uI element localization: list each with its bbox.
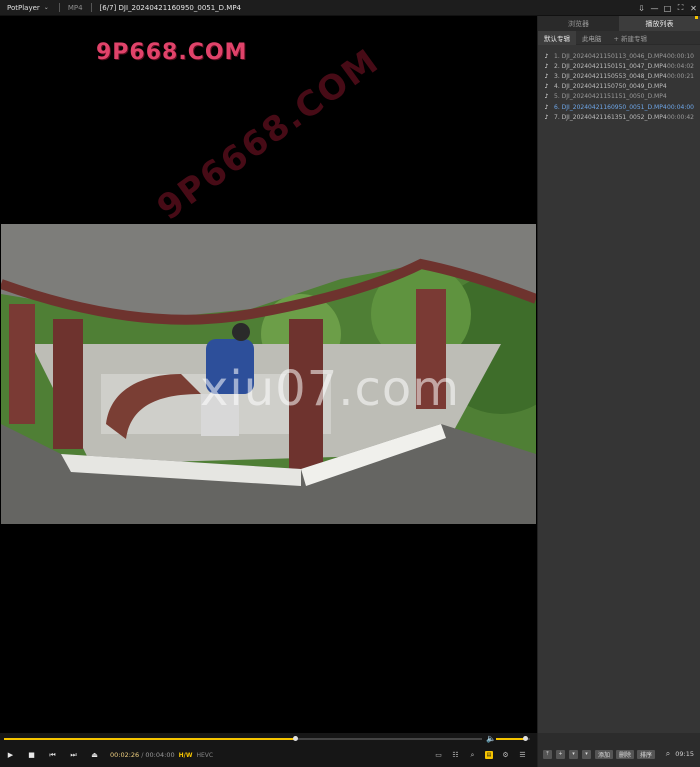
playlist-panel: 浏览器 播放列表 默认专辑 此电脑 + 新建专辑 ♪ 1. DJI_2024042… [537, 16, 700, 767]
3d-icon[interactable]: ☷ [447, 748, 464, 762]
playlist-item[interactable]: ♪ 3. DJI_20240421150553_0048_D.MP4 00:00:2… [538, 71, 700, 81]
watermark-top: 9P668.COM [96, 40, 248, 65]
previous-icon[interactable]: ⏮ [42, 748, 63, 762]
minimize-icon[interactable]: — [648, 0, 661, 16]
playlist-item[interactable]: ♪ 7. DJI_20240421161351_0052_D.MP4 00:00:4… [538, 112, 700, 122]
seek-bar-handle[interactable] [292, 736, 298, 741]
tiktok-icon: ♪ [544, 93, 549, 101]
seek-bar[interactable] [4, 736, 482, 741]
playlist-item-duration: 00:04:00 [667, 103, 694, 111]
panel-tabs: 浏览器 播放列表 [538, 16, 700, 31]
chevron-down-icon: ⌄ [43, 4, 49, 11]
fullscreen-icon[interactable]: ⛶ [674, 0, 687, 16]
tab-playlist[interactable]: 播放列表 [619, 16, 700, 31]
add-button[interactable]: 添加 [595, 749, 614, 759]
tiktok-icon: ♪ [544, 52, 549, 60]
tab-browser[interactable]: 浏览器 [538, 16, 619, 31]
playlist-item-name: 4. DJI_20240421150750_0049_D.MP4 [554, 83, 667, 91]
volume-icon[interactable]: 🔈 [486, 734, 496, 743]
format-label: MP4 [67, 3, 83, 12]
pin-icon[interactable]: ⇩ [635, 0, 648, 16]
volume-fill [496, 738, 525, 740]
playlist-item[interactable]: ♪ 2. DJI_20240421150151_0047_D.MP4 00:04:0… [538, 61, 700, 71]
play-icon[interactable]: ▶ [0, 748, 21, 762]
playlist-item[interactable]: ♪ 4. DJI_20240421150750_0049_D.MP4 [538, 82, 700, 92]
tiktok-icon: ♪ [544, 103, 549, 111]
playlist-toggle-icon[interactable]: ☰ [514, 748, 531, 762]
restore-icon[interactable]: □ [661, 0, 674, 16]
app-menu-button[interactable]: PotPlayer ⌄ [0, 0, 55, 16]
next-icon[interactable]: ⏭ [63, 748, 84, 762]
search-icon[interactable]: ⌕ [666, 749, 670, 759]
seek-bar-fill [4, 738, 295, 740]
window-controls: ⇩ — □ ⛶ ✕ [635, 0, 700, 16]
panel-footer: ⤒ + ▾ ▾ 添加 删除 排序 ⌕ 09:15 [538, 733, 700, 767]
tab-this-pc[interactable]: 此电脑 [576, 31, 608, 45]
footer-buttons: ⤒ + ▾ ▾ 添加 删除 排序 [543, 749, 658, 759]
playlist-item-duration: 00:04:02 [667, 62, 694, 70]
clock: 09:15 [675, 750, 694, 758]
playlist-item-name: 5. DJI_20240421151151_0050_D.MP4 [554, 93, 667, 101]
tiktok-icon: ♪ [544, 72, 549, 80]
tab-default-album[interactable]: 默认专辑 [538, 30, 576, 45]
tiktok-icon: ♪ [544, 83, 549, 91]
playlist-item-name: 7. DJI_20240421161351_0052_D.MP4 [554, 113, 667, 121]
album-tabs: 默认专辑 此电脑 + 新建专辑 [538, 30, 700, 45]
footer-time: ⌕ 09:15 [666, 749, 694, 759]
chapter-search-icon[interactable]: ⌕ [464, 748, 481, 762]
video-area[interactable]: 9P668.COM 9P6668.COM xiu07.com [0, 16, 537, 733]
watermark-center: xiu07.com [200, 361, 461, 417]
eject-icon[interactable]: ⏏ [84, 748, 105, 762]
sort-button[interactable]: 排序 [637, 749, 656, 759]
app-name: PotPlayer [7, 3, 40, 12]
stop-icon[interactable]: ■ [21, 748, 42, 762]
move-top-icon[interactable]: ⤒ [543, 749, 552, 759]
playlist-item[interactable]: ♪ 1. DJI_20240421150113_0046_D.MP4 00:00:1… [538, 51, 700, 61]
screen-icon[interactable]: ▭ [430, 748, 447, 762]
divider [90, 3, 92, 12]
time-separator: / [141, 751, 144, 759]
divider [58, 3, 60, 12]
window-title: [6/7] DJI_20240421160950_0051_D.MP4 [99, 3, 242, 12]
total-duration: 00:04:00 [145, 751, 175, 759]
playlist-item-name: 6. DJI_20240421160950_0051_D.MP4 [554, 103, 667, 111]
playlist-item[interactable]: ♪ 6. DJI_20240421160950_0051_D.MP4 00:04:0… [538, 102, 700, 112]
volume-handle[interactable] [522, 736, 528, 741]
delete-button[interactable]: 删除 [616, 749, 635, 759]
chevron-down-icon[interactable]: ▾ [569, 749, 578, 759]
playlist-item-duration: 00:00:42 [667, 113, 694, 121]
control-buttons: ▶ ■ ⏮ ⏭ ⏏ 00:02:26/00:04:00 H/W HEVC ▭ ☷… [0, 748, 537, 762]
playlist: ♪ 1. DJI_20240421150113_0046_D.MP4 00:00:1… [538, 51, 700, 122]
title-bar: PotPlayer ⌄ MP4 [6/7] DJI_20240421160950… [0, 0, 700, 16]
subtitle-icon[interactable]: ▤ [485, 751, 493, 759]
plus-icon[interactable]: + [556, 749, 565, 759]
tiktok-icon: ♪ [544, 62, 549, 70]
volume-slider[interactable] [496, 736, 530, 741]
time-display: 00:02:26/00:04:00 [110, 751, 175, 759]
playlist-item-name: 2. DJI_20240421150151_0047_D.MP4 [554, 62, 667, 70]
settings-icon[interactable]: ⚙ [497, 748, 514, 762]
playlist-item[interactable]: ♪ 5. DJI_20240421151151_0050_D.MP4 [538, 92, 700, 102]
playlist-item-name: 3. DJI_20240421150553_0048_D.MP4 [554, 72, 667, 80]
close-icon[interactable]: ✕ [687, 0, 700, 16]
playlist-item-duration: 00:00:10 [667, 52, 694, 60]
tiktok-icon: ♪ [544, 113, 549, 121]
watermark-diagonal: 9P6668.COM [150, 40, 387, 229]
codec-badge: HEVC [196, 751, 214, 759]
hw-decoding-badge[interactable]: H/W [179, 752, 193, 759]
playback-controls: 🔈 ▶ ■ ⏮ ⏭ ⏏ 00:02:26/00:04:00 H/W HEVC ▭… [0, 733, 537, 767]
playlist-item-duration: 00:00:21 [667, 72, 694, 80]
right-controls: ▭ ☷ ⌕ ▤ ⚙ ☰ [430, 748, 531, 762]
new-album-button[interactable]: + 新建专辑 [608, 31, 654, 45]
playlist-item-name: 1. DJI_20240421150113_0046_D.MP4 [554, 52, 667, 60]
move-down-icon[interactable]: ▾ [582, 749, 591, 759]
current-time: 00:02:26 [110, 751, 140, 759]
